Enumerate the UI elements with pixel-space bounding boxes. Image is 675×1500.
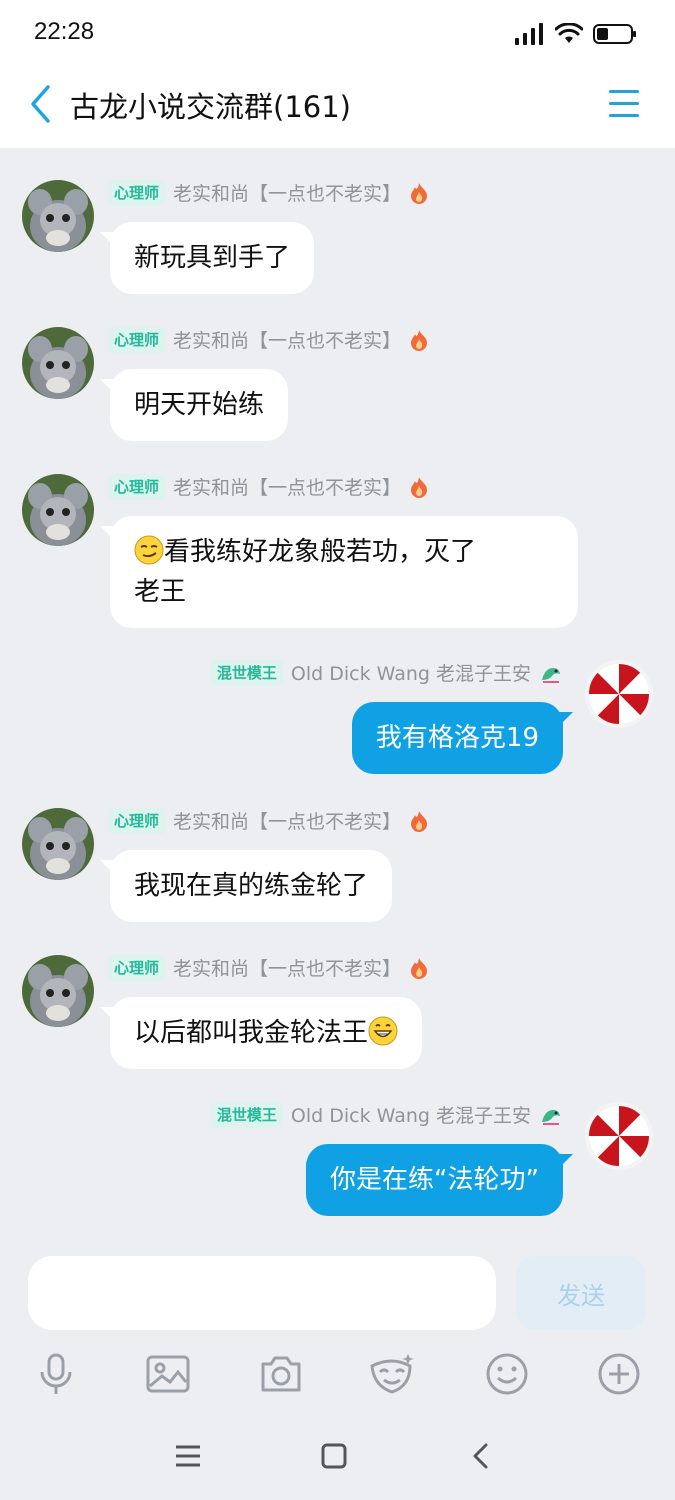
plus-circle-icon	[598, 1353, 640, 1395]
image-button[interactable]	[142, 1348, 194, 1400]
signal-icon	[515, 23, 543, 45]
top-bar: 22:28 古龙小说交流群(161)	[0, 0, 675, 148]
message-composer: 发送	[0, 1250, 675, 1340]
chinchilla-avatar-icon	[22, 808, 94, 880]
message-bubble[interactable]: 我现在真的练金轮了	[99, 850, 393, 922]
umbrella-avatar-icon	[586, 1103, 652, 1169]
message-bubble[interactable]: 新玩具到手了	[99, 222, 315, 294]
status-bar: 22:28	[0, 0, 675, 68]
message-meta: 心理师 老实和尚【一点也不老实】	[108, 954, 429, 981]
message-meta: 心理师 老实和尚【一点也不老实】	[108, 326, 429, 353]
smirk-emoji-icon	[134, 535, 164, 565]
chinchilla-avatar-icon	[22, 474, 94, 546]
sender-name[interactable]: Old Dick Wang 老混子王安	[291, 659, 531, 686]
message-meta: 心理师 老实和尚【一点也不老实】	[108, 473, 429, 500]
avatar[interactable]	[22, 180, 94, 252]
message-bubble[interactable]: 看我练好龙象般若功，灭了 老王	[100, 516, 578, 628]
camera-button[interactable]	[255, 1348, 307, 1400]
message-meta: 混世模王 Old Dick Wang 老混子王安	[210, 1101, 563, 1128]
square-icon	[321, 1443, 347, 1469]
status-time: 22:28	[34, 18, 95, 45]
sender-name[interactable]: 老实和尚【一点也不老实】	[173, 954, 401, 981]
flame-icon	[411, 182, 428, 204]
voice-button[interactable]	[30, 1348, 82, 1400]
message-bubble[interactable]: 我有格洛克19	[351, 702, 574, 774]
chat-message-list[interactable]: 心理师 老实和尚【一点也不老实】 新玩具到手了 心理师 老实和尚【一点也不老实】	[0, 148, 675, 1250]
message-text: 以后都叫我金轮法王	[134, 1018, 369, 1048]
system-navigation-bar	[0, 1410, 675, 1500]
avatar[interactable]	[22, 327, 94, 399]
funny-mask-button[interactable]	[366, 1348, 418, 1400]
avatar[interactable]	[22, 474, 94, 546]
title-badge: 混世模王	[210, 1101, 283, 1128]
title-badge: 心理师	[108, 954, 166, 981]
back-arrow-icon	[473, 1443, 488, 1469]
menu-icon	[609, 90, 639, 93]
composer-toolbar	[0, 1340, 675, 1410]
message-text-line: 看我练好龙象般若功，灭了	[164, 537, 477, 567]
chinchilla-avatar-icon	[22, 180, 94, 252]
chevron-left-icon	[31, 85, 50, 123]
camera-icon	[261, 1356, 301, 1392]
menu-lines-icon	[176, 1445, 200, 1467]
sender-name[interactable]: 老实和尚【一点也不老实】	[173, 473, 401, 500]
back-button[interactable]	[22, 82, 58, 126]
avatar[interactable]	[22, 808, 94, 880]
message-meta: 心理师 老实和尚【一点也不老实】	[108, 179, 429, 206]
back-nav-button[interactable]	[460, 1436, 500, 1476]
message-text-line: 老王	[134, 577, 187, 607]
chat-header: 古龙小说交流群(161)	[0, 68, 675, 148]
menu-button[interactable]	[605, 86, 645, 122]
title-badge: 心理师	[108, 473, 166, 500]
sender-name[interactable]: Old Dick Wang 老混子王安	[291, 1101, 531, 1128]
grin-emoji-icon	[368, 1016, 398, 1046]
chinchilla-avatar-icon	[22, 327, 94, 399]
chinchilla-avatar-icon	[22, 955, 94, 1027]
image-icon	[146, 1355, 190, 1393]
flame-icon	[411, 810, 428, 832]
send-button[interactable]: 发送	[516, 1256, 646, 1330]
title-badge: 心理师	[108, 179, 166, 206]
dragon-icon	[542, 667, 560, 683]
recent-apps-button[interactable]	[168, 1436, 208, 1476]
wifi-icon	[555, 23, 583, 43]
avatar[interactable]	[585, 1102, 653, 1170]
dragon-icon	[542, 1109, 560, 1125]
flame-icon	[411, 476, 428, 498]
message-bubble[interactable]: 你是在练“法轮功”	[306, 1144, 573, 1216]
message-meta: 混世模王 Old Dick Wang 老混子王安	[210, 659, 563, 686]
sender-name[interactable]: 老实和尚【一点也不老实】	[173, 179, 401, 206]
smiley-icon	[486, 1353, 528, 1395]
umbrella-avatar-icon	[586, 661, 652, 727]
flame-icon	[411, 957, 428, 979]
title-badge: 混世模王	[210, 659, 283, 686]
title-badge: 心理师	[108, 326, 166, 353]
emoji-button[interactable]	[481, 1348, 533, 1400]
title-badge: 心理师	[108, 807, 166, 834]
home-button[interactable]	[314, 1436, 354, 1476]
avatar[interactable]	[22, 955, 94, 1027]
mask-icon	[370, 1354, 414, 1394]
flame-icon	[411, 329, 428, 351]
battery-icon	[593, 24, 636, 44]
message-bubble[interactable]: 明天开始练	[99, 369, 289, 441]
microphone-icon	[40, 1353, 72, 1394]
avatar[interactable]	[585, 660, 653, 728]
sender-name[interactable]: 老实和尚【一点也不老实】	[173, 807, 401, 834]
sender-name[interactable]: 老实和尚【一点也不老实】	[173, 326, 401, 353]
more-button[interactable]	[593, 1348, 645, 1400]
message-input[interactable]	[28, 1256, 496, 1330]
message-meta: 心理师 老实和尚【一点也不老实】	[108, 807, 429, 834]
message-bubble[interactable]: 以后都叫我金轮法王	[99, 997, 423, 1069]
status-icons	[515, 20, 637, 48]
chat-title: 古龙小说交流群(161)	[70, 90, 351, 124]
